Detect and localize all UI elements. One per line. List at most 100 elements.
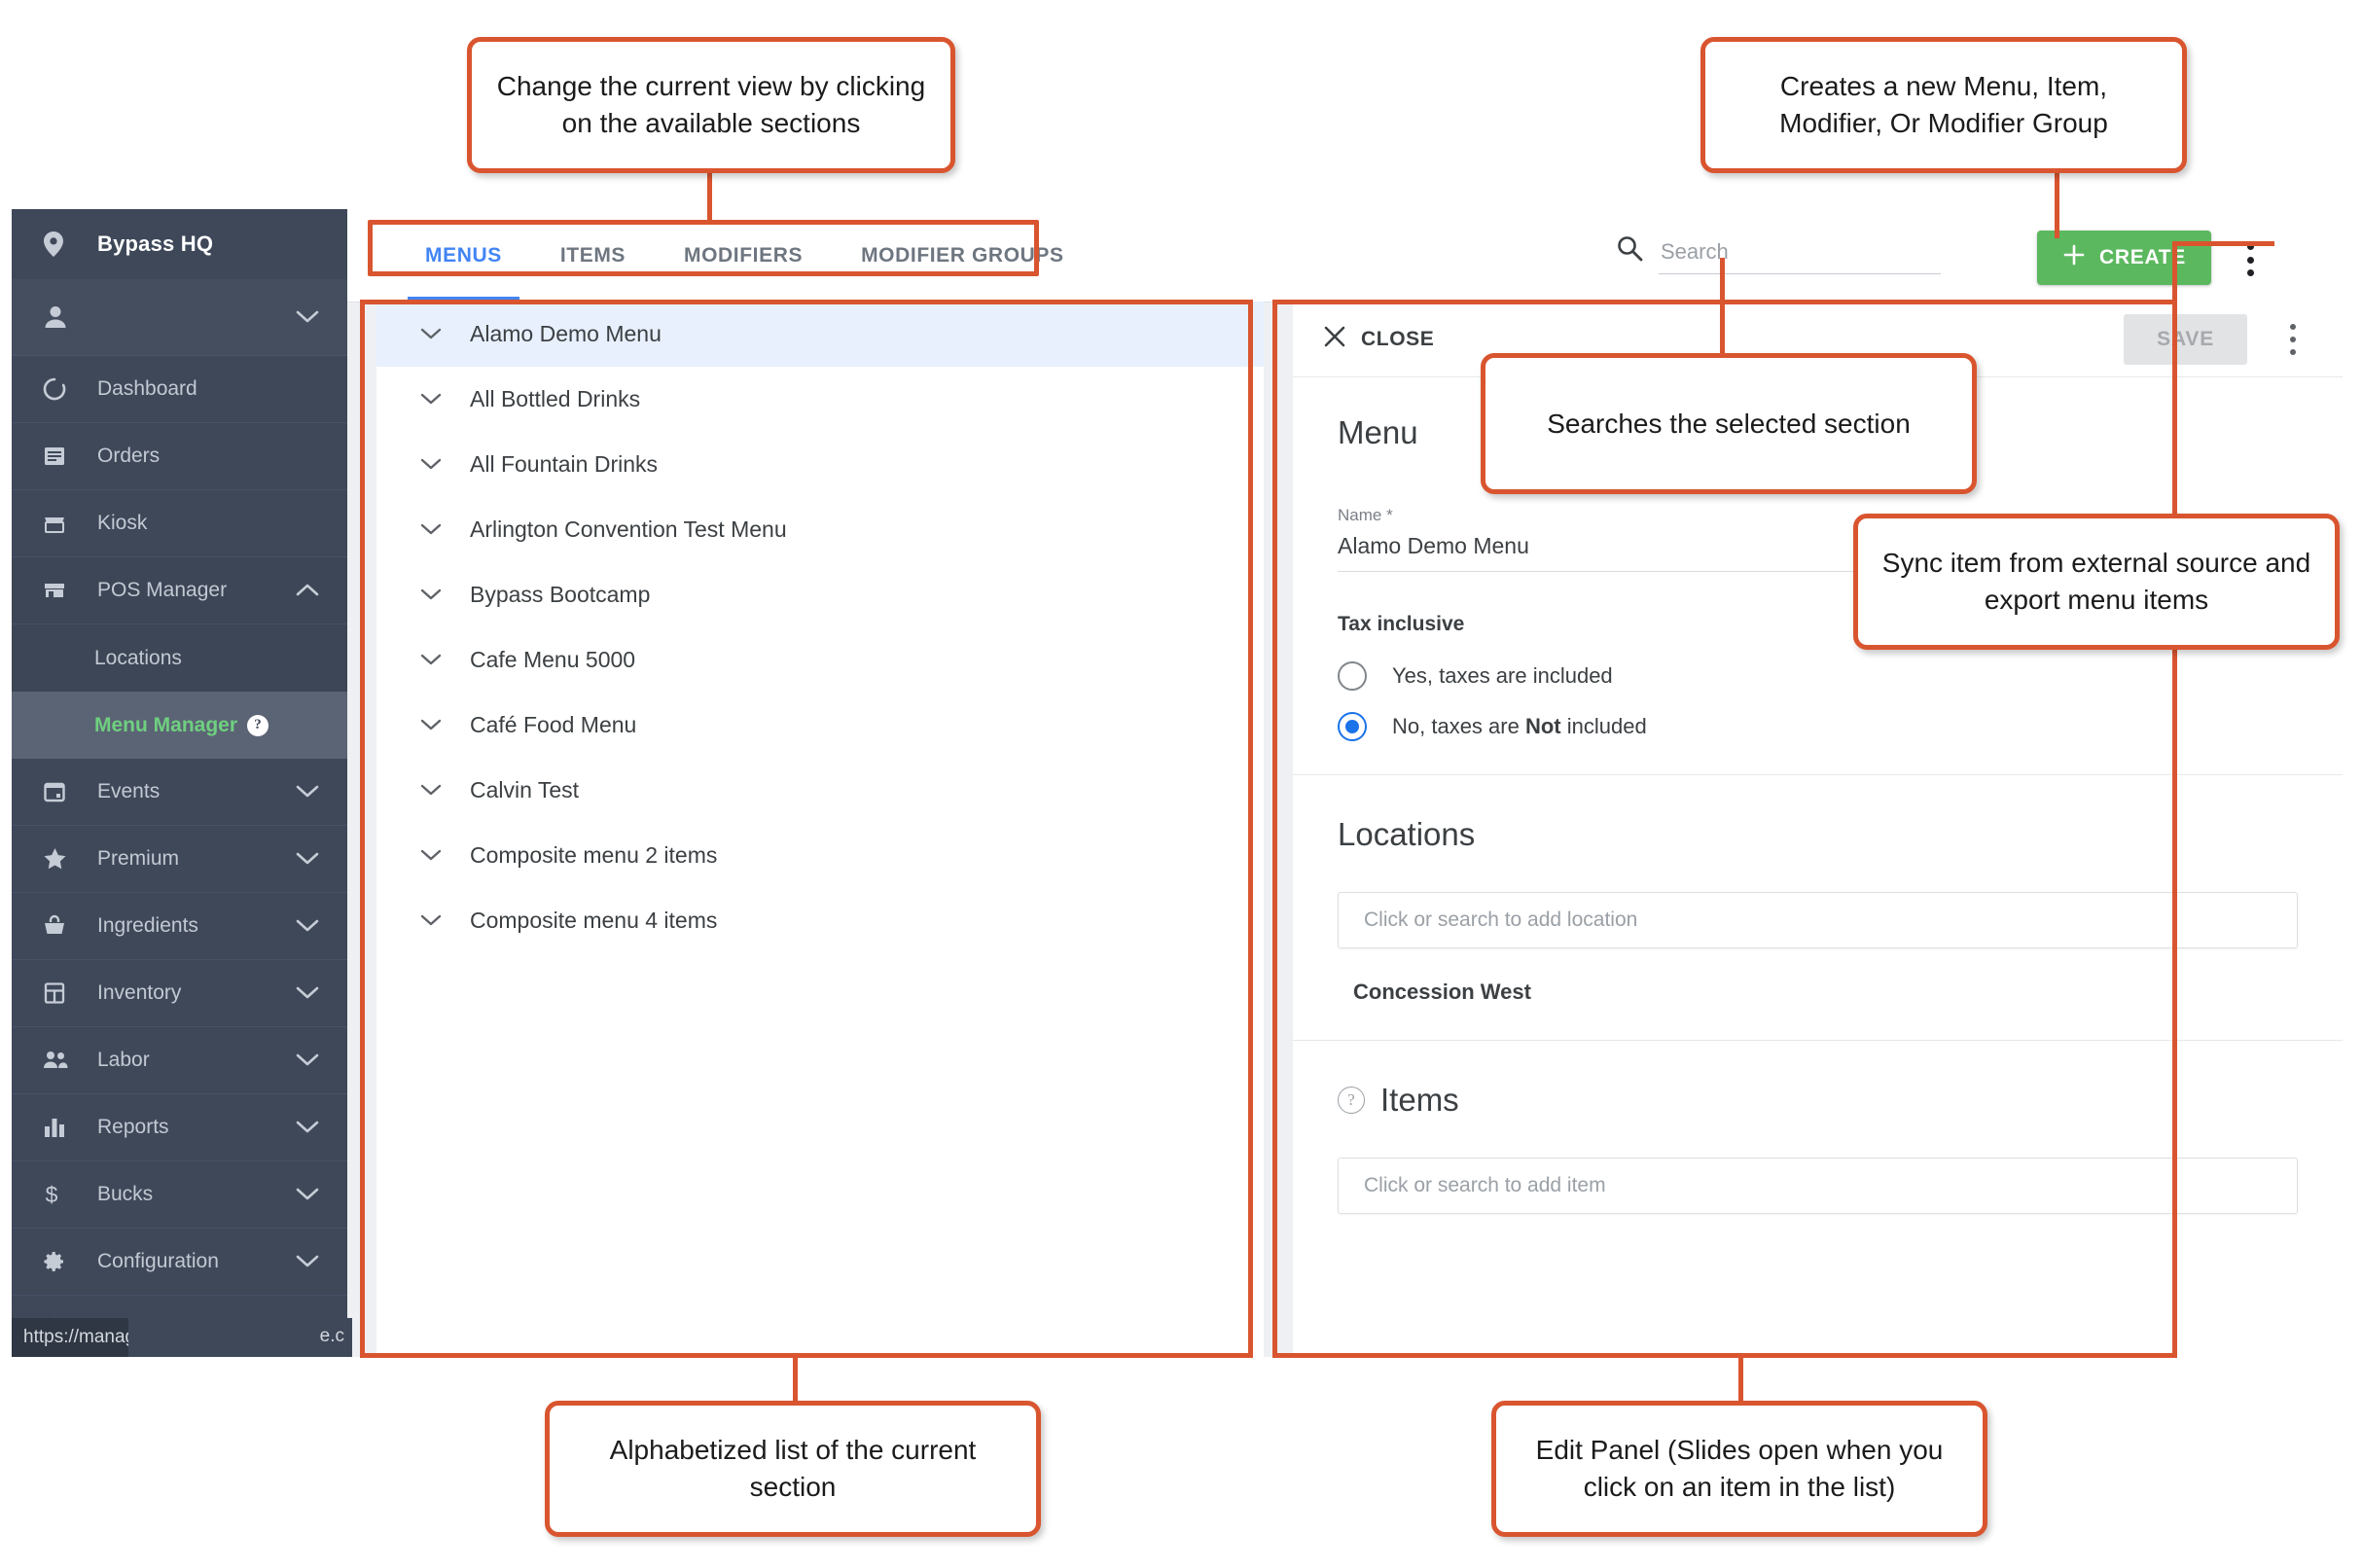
chevron-down-icon[interactable]	[413, 328, 448, 340]
chevron-down-icon	[295, 785, 320, 799]
svg-text:$: $	[46, 1182, 58, 1207]
save-button-label: SAVE	[2157, 327, 2214, 350]
chevron-up-icon	[295, 584, 320, 597]
sidebar-item-bucks[interactable]: $ Bucks	[12, 1161, 347, 1229]
tab-label: MENUS	[425, 243, 502, 267]
tab-modifiers[interactable]: MODIFIERS	[655, 209, 832, 302]
receipt-icon	[43, 445, 76, 468]
store-icon	[43, 579, 76, 602]
items-section-title: Items	[1380, 1082, 1459, 1118]
star-icon	[43, 847, 76, 871]
location-search-placeholder: Click or search to add location	[1364, 909, 1638, 931]
sidebar-item-dashboard[interactable]: Dashboard	[12, 356, 347, 423]
chevron-down-icon	[295, 1188, 320, 1201]
list-item[interactable]: Calvin Test	[376, 758, 1264, 823]
tab-items[interactable]: ITEMS	[531, 209, 655, 302]
chevron-down-icon[interactable]	[413, 784, 448, 797]
sidebar-item-locations[interactable]: Locations	[12, 624, 347, 692]
list-item-label: Composite menu 4 items	[470, 908, 718, 933]
tab-modifier-groups[interactable]: MODIFIER GROUPS	[832, 209, 1093, 302]
sidebar-user-switcher[interactable]	[12, 279, 347, 356]
leader-create	[2055, 170, 2059, 238]
save-button[interactable]: SAVE	[2124, 313, 2247, 365]
sidebar-item-kiosk[interactable]: Kiosk	[12, 490, 347, 557]
list-item[interactable]: Arlington Convention Test Menu	[376, 497, 1264, 562]
chevron-down-icon	[295, 986, 320, 1000]
kebab-dot	[2290, 323, 2296, 330]
sidebar-item-label: Premium	[97, 847, 180, 870]
chevron-down-icon[interactable]	[413, 458, 448, 471]
radio-option-taxes-included[interactable]: Yes, taxes are included	[1338, 661, 2298, 691]
list-item[interactable]: Composite menu 4 items	[376, 888, 1264, 953]
list-item[interactable]: Composite menu 2 items	[376, 823, 1264, 888]
location-chip-label: Concession West	[1353, 980, 1531, 1004]
menu-list-panel[interactable]: Alamo Demo Menu All Bottled Drinks All F…	[376, 302, 1264, 1357]
radio-button[interactable]	[1338, 661, 1367, 691]
sidebar-item-orders[interactable]: Orders	[12, 423, 347, 490]
sidebar-item-labor[interactable]: Labor	[12, 1027, 347, 1094]
sidebar-item-pos-manager[interactable]: POS Manager	[12, 557, 347, 624]
list-item-label: Cafe Menu 5000	[470, 647, 636, 672]
sidebar-brand-label: Bypass HQ	[97, 232, 214, 256]
search-icon[interactable]	[1616, 234, 1643, 267]
status-bar-url-tail: e.c	[319, 1326, 344, 1346]
kebab-dot	[2290, 336, 2296, 342]
question-mark-icon[interactable]: ?	[1338, 1087, 1365, 1114]
list-item[interactable]: Cafe Menu 5000	[376, 627, 1264, 693]
calendar-icon	[43, 780, 76, 803]
chevron-down-icon[interactable]	[413, 654, 448, 666]
help-circle-icon[interactable]: ?	[247, 714, 269, 736]
item-search-input[interactable]: Click or search to add item	[1338, 1158, 2298, 1214]
create-button[interactable]: CREATE	[2037, 231, 2211, 285]
location-pin-icon	[43, 232, 76, 257]
dollar-icon: $	[43, 1182, 76, 1207]
callout-tabs: Change the current view by clicking on t…	[467, 37, 955, 173]
sidebar-item-inventory[interactable]: Inventory	[12, 960, 347, 1027]
list-item[interactable]: All Fountain Drinks	[376, 432, 1264, 497]
search-field[interactable]	[1659, 238, 1945, 274]
search-input[interactable]	[1659, 238, 1945, 266]
list-item[interactable]: Café Food Menu	[376, 693, 1264, 758]
list-item[interactable]: Bypass Bootcamp	[376, 562, 1264, 627]
screenshot-root: Bypass HQ Dashboard Orders Kiosk POS Man…	[0, 0, 2362, 1568]
list-item[interactable]: Alamo Demo Menu	[376, 302, 1264, 367]
kebab-menu-icon[interactable]	[2278, 322, 2308, 357]
list-item-label: Composite menu 2 items	[470, 842, 718, 868]
sidebar-item-reports[interactable]: Reports	[12, 1094, 347, 1161]
radio-button-selected[interactable]	[1338, 712, 1367, 741]
sidebar-item-events[interactable]: Events	[12, 759, 347, 826]
status-bar-url: https://manag	[23, 1327, 136, 1347]
callout-list: Alphabetized list of the current section	[545, 1401, 1041, 1537]
chevron-down-icon[interactable]	[413, 719, 448, 731]
people-icon	[43, 1050, 76, 1071]
chevron-down-icon[interactable]	[413, 849, 448, 862]
kebab-menu-icon[interactable]	[2234, 240, 2267, 279]
list-item-label: Calvin Test	[470, 777, 580, 802]
sidebar-item-label: Events	[97, 780, 161, 802]
list-item[interactable]: All Bottled Drinks	[376, 367, 1264, 432]
sidebar-item-configuration[interactable]: Configuration	[12, 1229, 347, 1296]
plus-icon	[2062, 243, 2086, 272]
main-content: MENUS ITEMS MODIFIERS MODIFIER GROUPS Se…	[347, 209, 2343, 1357]
sidebar-brand[interactable]: Bypass HQ	[12, 209, 347, 279]
location-chip[interactable]: Concession West	[1338, 980, 2298, 1005]
kebab-dot	[2246, 269, 2254, 276]
sidebar-item-premium[interactable]: Premium	[12, 826, 347, 893]
chevron-down-icon[interactable]	[413, 393, 448, 406]
radio-option-taxes-not-included[interactable]: No, taxes are Not included	[1338, 712, 2298, 741]
chevron-down-icon[interactable]	[413, 588, 448, 601]
tab-menus[interactable]: MENUS	[396, 209, 531, 302]
items-section: ? Items Click or search to add item	[1293, 1040, 2343, 1214]
sidebar-item-menu-manager[interactable]: Menu Manager ?	[12, 692, 347, 759]
tab-label: MODIFIER GROUPS	[861, 243, 1064, 267]
sidebar-item-ingredients[interactable]: Ingredients	[12, 893, 347, 960]
callout-search: Searches the selected section	[1481, 353, 1977, 494]
storefront-icon	[43, 512, 76, 535]
chevron-down-icon	[295, 1255, 320, 1268]
chevron-down-icon[interactable]	[413, 523, 448, 536]
location-search-input[interactable]: Click or search to add location	[1338, 892, 2298, 948]
chevron-down-icon[interactable]	[413, 914, 448, 927]
close-button[interactable]: CLOSE	[1322, 324, 1434, 355]
tab-label: MODIFIERS	[684, 243, 804, 267]
sidebar-item-label: Reports	[97, 1116, 169, 1138]
